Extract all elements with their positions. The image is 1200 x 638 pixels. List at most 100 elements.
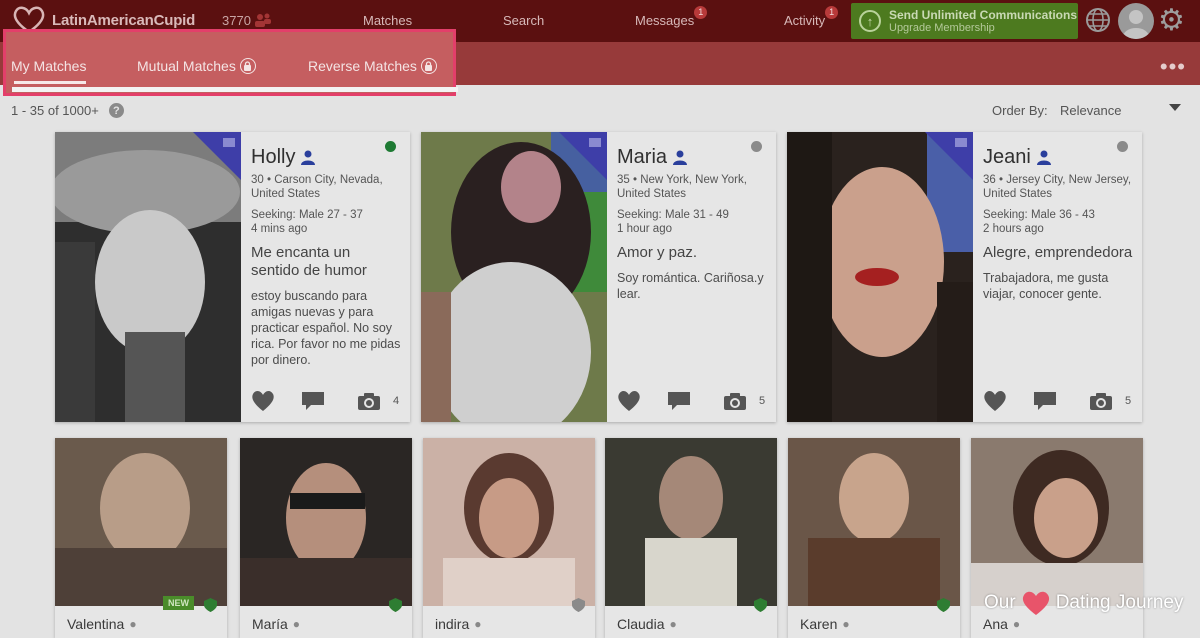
profile-name-text: Holly <box>251 146 296 168</box>
profile-tile[interactable]: Claudia ● <box>605 438 777 638</box>
matches-tabs-highlight: My Matches Mutual Matches Reverse Matche… <box>3 29 458 96</box>
nav-matches[interactable]: Matches <box>363 13 412 28</box>
online-status-dot <box>1117 141 1128 152</box>
profile-name[interactable]: Holly <box>251 146 401 169</box>
watermark-before: Our <box>984 592 1016 613</box>
profile-headline: Alegre, emprendedora <box>983 244 1133 261</box>
profile-location: 30 • Carson City, Nevada, United States <box>251 174 383 200</box>
messages-badge: 1 <box>694 6 708 19</box>
message-icon[interactable] <box>667 391 691 411</box>
profile-seeking: Seeking: Male 36 - 43 <box>983 209 1095 221</box>
user-icon: ● <box>1012 617 1021 631</box>
help-icon[interactable]: ? <box>108 103 124 118</box>
nav-activity-label: Activity <box>784 13 826 28</box>
profile-headline: Amor y paz. <box>617 244 698 261</box>
nav-messages-label: Messages <box>635 13 695 28</box>
profile-card-holly[interactable]: Holly 30 • Carson City, Nevada, United S… <box>55 132 410 422</box>
shield-icon <box>204 598 217 612</box>
watermark: Our Dating Journey <box>984 590 1183 616</box>
upgrade-line1: Send Unlimited Communications <box>889 7 1078 22</box>
online-count-value: 3770 <box>222 12 251 28</box>
tab-reverse-matches-label: Reverse Matches <box>308 58 417 74</box>
tile-name: indira ● <box>435 616 482 632</box>
profile-description: Trabajadora, me gusta viajar, conocer ge… <box>983 271 1109 301</box>
profile-headline: Me encanta un sentido de humor <box>251 244 367 279</box>
profile-description: Soy romántica. Cariñosa.y lear. <box>617 271 764 301</box>
tile-name-text: Ana <box>983 616 1008 632</box>
online-status-dot <box>751 141 762 152</box>
arrow-up-icon: ↑ <box>859 10 881 32</box>
tile-name: María ● <box>252 616 300 632</box>
gear-icon[interactable]: ⚙ <box>1158 5 1185 37</box>
nav-activity[interactable]: Activity 1 <box>784 6 839 28</box>
tile-name-text: Karen <box>800 616 838 632</box>
profile-photo[interactable] <box>423 438 595 606</box>
heart-icon[interactable] <box>617 390 641 412</box>
globe-icon[interactable] <box>1085 7 1111 33</box>
profile-photo[interactable] <box>788 438 960 606</box>
profile-tile[interactable]: NEW Valentina ● <box>55 438 227 638</box>
user-silhouette-icon <box>1123 10 1149 39</box>
verified-user-icon <box>673 150 688 165</box>
profile-tile[interactable]: María ● <box>240 438 412 638</box>
nav-messages[interactable]: Messages 1 <box>635 6 708 28</box>
more-options-icon[interactable]: ••• <box>1160 56 1186 78</box>
photo-count: 4 <box>393 395 400 407</box>
tab-my-matches[interactable]: My Matches <box>11 58 86 74</box>
results-count: 1 - 35 of 1000+ ? <box>11 103 124 118</box>
user-icon: ● <box>129 617 137 631</box>
profile-photo[interactable] <box>605 438 777 606</box>
profile-last-active: 4 mins ago <box>251 223 308 235</box>
chevron-down-icon[interactable] <box>1169 104 1181 111</box>
tile-name: Ana ● <box>983 616 1020 632</box>
heart-icon[interactable] <box>983 390 1007 412</box>
camera-icon[interactable] <box>1089 392 1113 411</box>
message-icon[interactable] <box>1033 391 1057 411</box>
user-icon: ● <box>292 617 301 631</box>
tile-name-text: Claudia <box>617 616 665 632</box>
online-count[interactable]: 3770 <box>222 12 272 28</box>
user-icon: ● <box>842 617 850 631</box>
tab-mutual-matches[interactable]: Mutual Matches <box>137 58 256 74</box>
camera-icon[interactable] <box>723 392 747 411</box>
profile-name[interactable]: Jeani <box>983 146 1133 169</box>
tabs-bottom-line <box>12 87 458 92</box>
profile-photo[interactable] <box>971 438 1143 606</box>
tab-reverse-matches[interactable]: Reverse Matches <box>308 58 437 74</box>
shield-icon <box>572 598 585 612</box>
nav-search-label: Search <box>503 13 545 28</box>
photo-count: 5 <box>759 395 766 407</box>
heart-icon[interactable] <box>251 390 275 412</box>
nav-search[interactable]: Search <box>503 13 544 28</box>
card-actions: 5 <box>983 390 1135 414</box>
new-badge: NEW <box>163 596 194 610</box>
camera-icon[interactable] <box>357 392 381 411</box>
profile-info: Holly 30 • Carson City, Nevada, United S… <box>251 146 401 368</box>
profile-card-jeani[interactable]: Jeani 36 • Jersey City, New Jersey, Unit… <box>787 132 1142 422</box>
user-icon: ● <box>474 617 482 631</box>
photo-corner-badge <box>559 132 607 180</box>
photo-count: 5 <box>1125 395 1132 407</box>
profile-card-maria[interactable]: Maria 35 • New York, New York, United St… <box>421 132 776 422</box>
active-tab-indicator <box>14 81 86 84</box>
profile-photo[interactable] <box>55 438 227 606</box>
profile-tile[interactable]: Karen ● <box>788 438 960 638</box>
online-status-dot <box>385 141 396 152</box>
tile-name-text: Valentina <box>67 616 125 632</box>
shield-icon <box>754 598 767 612</box>
tile-name: Karen ● <box>800 616 850 632</box>
profile-name[interactable]: Maria <box>617 146 767 169</box>
photo-corner-badge <box>193 132 241 180</box>
order-by-label: Order By: <box>992 103 1048 118</box>
message-icon[interactable] <box>301 391 325 411</box>
profile-photo[interactable] <box>240 438 412 606</box>
profile-tile[interactable]: indira ● <box>423 438 595 638</box>
upgrade-button[interactable]: ↑ Send Unlimited Communications Upgrade … <box>851 3 1078 39</box>
verified-user-icon <box>1036 150 1051 165</box>
activity-badge: 1 <box>825 6 839 19</box>
profile-name-text: Maria <box>617 146 668 168</box>
user-avatar[interactable] <box>1118 3 1154 39</box>
shield-icon <box>389 598 402 612</box>
order-by-select[interactable]: Relevance <box>1060 103 1121 118</box>
profile-description: estoy buscando para amigas nuevas y para… <box>251 289 401 367</box>
